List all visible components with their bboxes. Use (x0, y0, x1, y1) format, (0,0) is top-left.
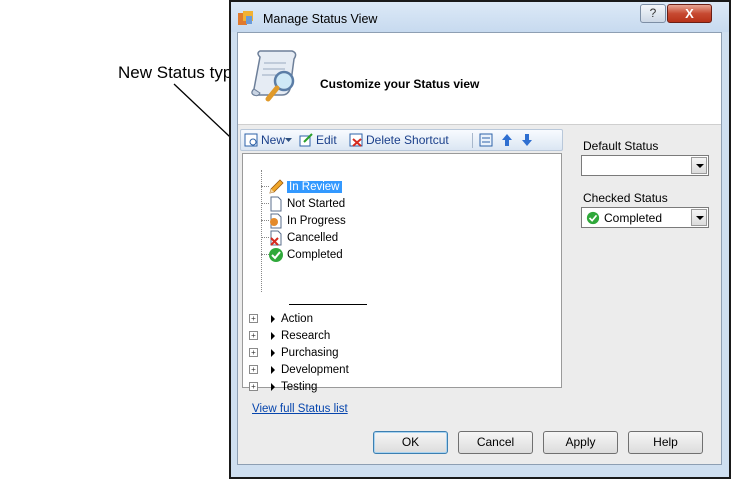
in-progress-icon (270, 213, 282, 228)
blank-page-icon (270, 196, 282, 211)
checked-status-value: Completed (604, 210, 663, 225)
tree-group-label: Testing (281, 380, 318, 393)
expand-plus-icon[interactable]: + (249, 382, 258, 391)
header-title: Customize your Status view (320, 77, 480, 91)
tree-group-development[interactable]: + Development (249, 361, 349, 378)
title-help-button[interactable]: ? (640, 4, 666, 23)
delete-shortcut-icon (349, 133, 363, 147)
status-toolbar: New Edit Delete Shortcut (240, 129, 563, 151)
arrow-down-icon (522, 134, 532, 146)
edit-icon (299, 133, 313, 147)
header-band: Customize your Status view (238, 33, 721, 125)
status-group-divider (289, 304, 367, 305)
apply-button[interactable]: Apply (543, 431, 618, 454)
view-list-icon (479, 133, 493, 147)
tree-item-label: Cancelled (287, 231, 339, 244)
status-tree[interactable]: In Review Not Started In Progress Cancel… (242, 153, 562, 393)
delete-shortcut-label: Delete Shortcut (366, 133, 449, 147)
new-button[interactable]: New (244, 132, 285, 148)
tree-group-label: Purchasing (281, 346, 339, 359)
expand-plus-icon[interactable]: + (249, 331, 258, 340)
triangle-right-icon (271, 365, 275, 374)
expand-plus-icon[interactable]: + (249, 348, 258, 357)
green-check-icon (269, 247, 283, 262)
triangle-right-icon (271, 331, 275, 340)
default-status-label: Default Status (583, 139, 659, 153)
tree-group-action[interactable]: + Action (249, 310, 313, 327)
tree-group-label: Research (281, 329, 331, 342)
title-bar[interactable]: Manage Status View ? X (231, 2, 729, 32)
view-full-status-list-link[interactable]: View full Status list (252, 403, 348, 415)
scroll-magnifier-icon (251, 50, 297, 102)
chevron-down-icon[interactable] (691, 157, 707, 174)
tree-item-in-progress[interactable]: In Progress (268, 212, 346, 229)
tree-group-label: Action (281, 312, 313, 325)
tree-item-label: In Review (287, 180, 342, 193)
delete-shortcut-button[interactable]: Delete Shortcut (349, 132, 449, 148)
checked-status-value-wrap: Completed (582, 211, 691, 225)
manage-status-view-dialog: Manage Status View ? X Customize your St… (229, 0, 731, 479)
toolbar-separator (472, 133, 473, 148)
tree-guide (261, 170, 262, 292)
move-down-button[interactable] (521, 132, 536, 148)
new-dropdown-arrow[interactable] (285, 132, 295, 148)
help-button[interactable]: Help (628, 431, 703, 454)
cancel-button[interactable]: Cancel (458, 431, 533, 454)
tree-item-not-started[interactable]: Not Started (268, 195, 345, 212)
edit-button[interactable]: Edit (299, 132, 337, 148)
tree-group-purchasing[interactable]: + Purchasing (249, 344, 339, 361)
tree-item-in-review[interactable]: In Review (268, 178, 342, 195)
checked-status-combo[interactable]: Completed (581, 207, 709, 228)
tree-item-cancelled[interactable]: Cancelled (268, 229, 338, 246)
view-button[interactable] (479, 132, 496, 148)
callout-label: New Status type (118, 63, 242, 82)
dialog-client-area: Customize your Status view New Edit Dele… (237, 32, 722, 465)
edit-label: Edit (316, 133, 337, 147)
triangle-right-icon (271, 382, 275, 391)
triangle-right-icon (271, 348, 275, 357)
app-icon (238, 11, 253, 25)
tree-item-label: In Progress (287, 214, 346, 227)
tree-group-testing[interactable]: + Testing (249, 378, 317, 395)
cancelled-icon (270, 230, 282, 246)
triangle-right-icon (271, 314, 275, 323)
expand-plus-icon[interactable]: + (249, 365, 258, 374)
new-status-icon (244, 133, 258, 147)
ok-button[interactable]: OK (373, 431, 448, 454)
checked-status-label: Checked Status (583, 191, 668, 205)
close-button[interactable]: X (667, 4, 712, 23)
tree-item-completed[interactable]: Completed (268, 246, 343, 263)
tree-item-label: Not Started (287, 197, 346, 210)
expand-plus-icon[interactable]: + (249, 314, 258, 323)
default-status-combo[interactable] (581, 155, 709, 176)
window-title: Manage Status View (263, 12, 378, 26)
tree-item-label: Completed (287, 248, 343, 261)
chevron-down-icon (285, 137, 292, 142)
move-up-button[interactable] (501, 132, 516, 148)
chevron-down-icon[interactable] (691, 209, 707, 226)
new-label: New (261, 133, 286, 147)
arrow-up-icon (502, 134, 512, 146)
tree-group-research[interactable]: + Research (249, 327, 330, 344)
pencil-icon (269, 178, 284, 194)
tree-group-label: Development (281, 363, 349, 376)
green-check-icon (586, 211, 600, 224)
